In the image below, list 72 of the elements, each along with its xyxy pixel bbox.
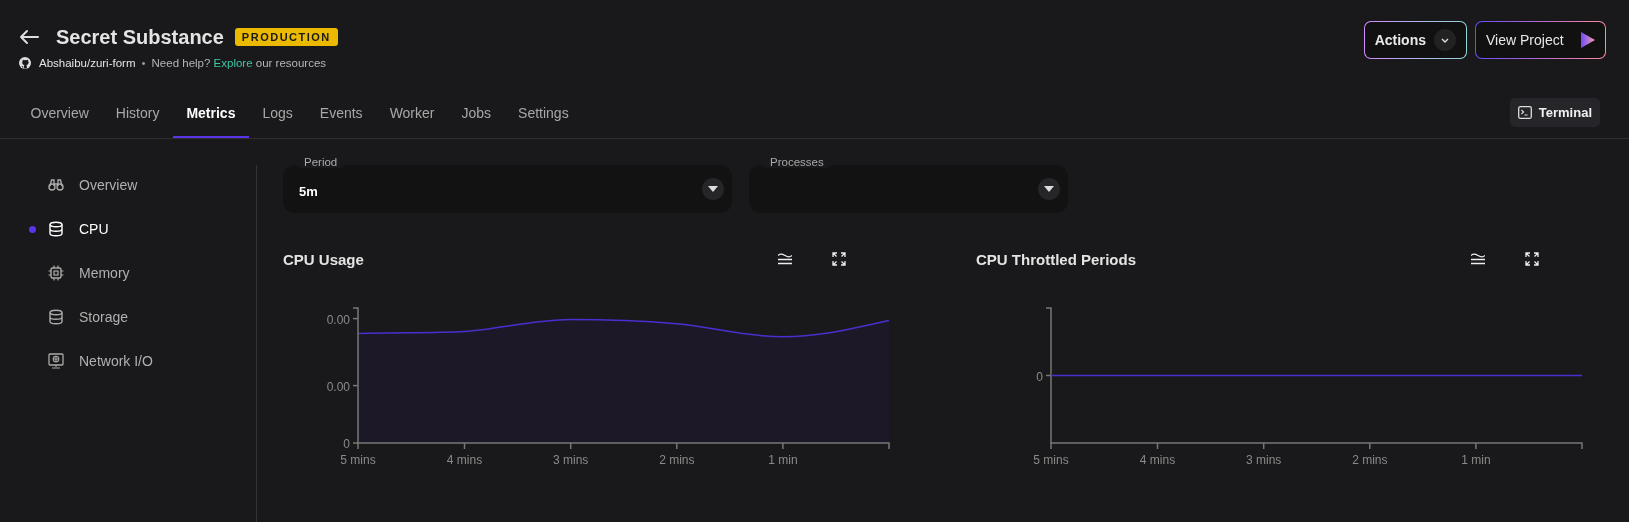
- axis-label: 5 mins: [1033, 453, 1069, 467]
- expand-icon: [832, 252, 846, 266]
- chart-title: CPU Usage: [283, 250, 364, 268]
- terminal-icon: [1517, 106, 1532, 119]
- database-icon: [48, 221, 64, 237]
- view-project-button[interactable]: View Project: [1475, 21, 1606, 59]
- separator-dot: •: [141, 57, 146, 69]
- axis-label: 2 mins: [1352, 453, 1388, 467]
- actions-button[interactable]: Actions: [1363, 21, 1467, 59]
- legend-toggle-icon: [778, 253, 792, 265]
- tick-mark: [676, 442, 678, 450]
- explore-link[interactable]: Explore: [213, 57, 253, 69]
- tick-mark: [1156, 442, 1159, 450]
- select-field[interactable]: 5m: [283, 165, 732, 213]
- axis-label: 0: [1036, 369, 1043, 384]
- tab[interactable]: Events: [306, 105, 377, 138]
- dropdown-caret-icon[interactable]: [702, 178, 724, 200]
- field-value: 5m: [299, 183, 319, 199]
- axis-label: 4 mins: [1139, 453, 1176, 467]
- sidebar-item[interactable]: Memory: [0, 263, 256, 283]
- axis-label: 3 mins: [553, 453, 589, 467]
- chevron-down-icon: [1434, 29, 1456, 51]
- axis-label: 5 mins: [340, 453, 376, 467]
- axis-label: 1 min: [1461, 453, 1491, 467]
- repository-link[interactable]: Abshaibu/zuri-form: [39, 57, 136, 69]
- tick-mark: [1262, 442, 1265, 450]
- dropdown-caret-icon[interactable]: [1038, 178, 1060, 200]
- select-field[interactable]: [749, 165, 1068, 213]
- axis-label: 0: [343, 437, 350, 451]
- tick-mark: [569, 442, 572, 450]
- chart-title: CPU Throttled Periods: [976, 250, 1136, 268]
- expand-icon: [1525, 252, 1539, 266]
- tick-mark: [1050, 442, 1052, 450]
- tick-mark: [1045, 374, 1052, 377]
- tab[interactable]: History: [102, 105, 173, 138]
- network-icon: [48, 353, 64, 369]
- sidebar-item[interactable]: Overview: [0, 175, 256, 195]
- axis-label: 0.00: [326, 312, 350, 327]
- database-icon: [48, 309, 64, 325]
- field-label: Period: [295, 156, 347, 168]
- project-title: Secret Substance: [56, 25, 224, 49]
- sidebar-item[interactable]: Network I/O: [0, 351, 256, 371]
- tick-mark: [1369, 442, 1371, 450]
- back-arrow-icon: [19, 29, 39, 45]
- terminal-button[interactable]: Terminal: [1509, 98, 1600, 127]
- legend-toggle-icon: [1471, 253, 1485, 265]
- axis-label: 0.00: [326, 379, 350, 394]
- help-text: Need help? Explore our resources: [151, 57, 327, 69]
- tick-mark: [352, 317, 359, 320]
- tick-mark: [463, 442, 466, 450]
- tab[interactable]: Metrics: [172, 105, 249, 138]
- sidebar-item[interactable]: Storage: [0, 307, 256, 327]
- environment-badge: PRODUCTION: [234, 28, 338, 46]
- axis-label: 2 mins: [659, 453, 695, 467]
- field-label: Processes: [761, 156, 833, 168]
- tick-mark: [1475, 442, 1477, 450]
- tab[interactable]: Logs: [248, 105, 307, 138]
- chip-icon: [48, 265, 64, 281]
- tab[interactable]: Jobs: [448, 105, 505, 138]
- play-icon: [1581, 32, 1595, 48]
- sidebar-item[interactable]: CPU: [0, 219, 256, 239]
- binoculars-icon: [48, 177, 64, 193]
- tab[interactable]: Settings: [504, 105, 583, 138]
- tick-mark: [352, 384, 359, 387]
- axis-label: 4 mins: [446, 453, 483, 467]
- active-dot: [29, 225, 36, 233]
- tab[interactable]: Worker: [376, 105, 448, 138]
- github-icon: [19, 57, 31, 69]
- tab[interactable]: Overview: [17, 105, 103, 138]
- axis-label: 1 min: [768, 453, 798, 467]
- tick-mark: [782, 442, 784, 450]
- axis-label: 3 mins: [1246, 453, 1282, 467]
